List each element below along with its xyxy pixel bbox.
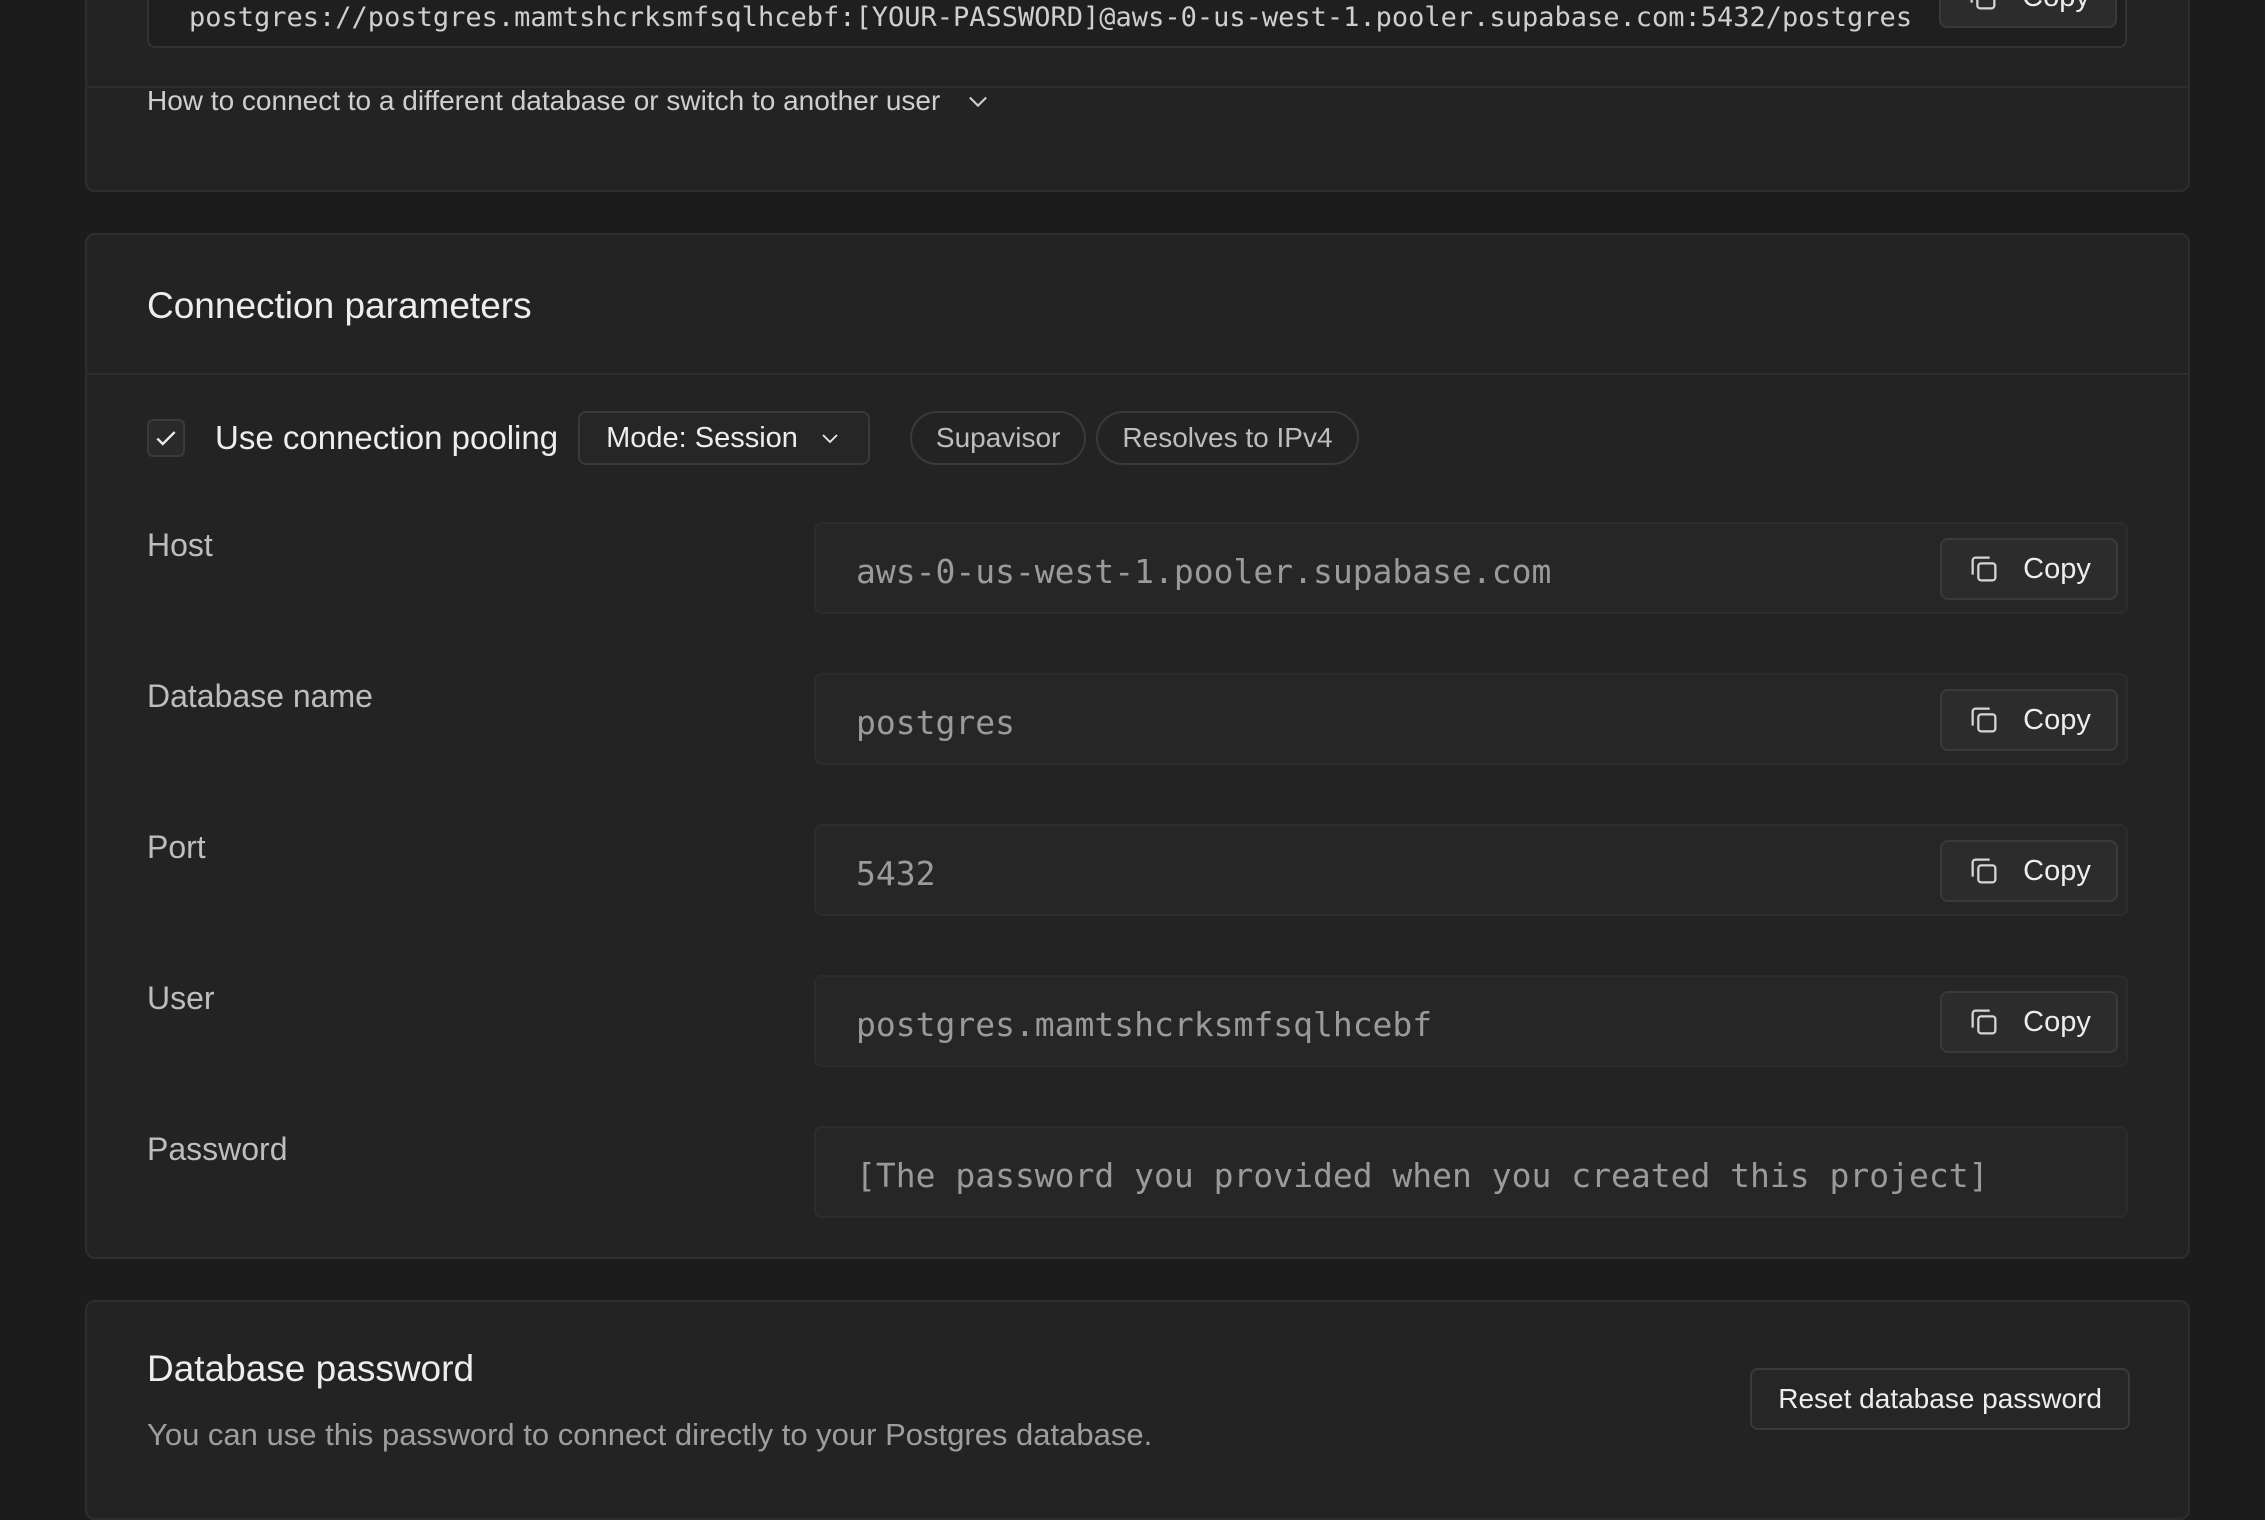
port-label: Port [147, 829, 206, 865]
user-value[interactable]: postgres.mamtshcrksmfsqlhcebf [856, 1005, 1432, 1044]
copy-label: Copy [2023, 703, 2091, 736]
chevron-down-icon [969, 96, 988, 108]
howto-label: How to connect to a different database o… [147, 85, 941, 116]
copy-label: Copy [2023, 1005, 2091, 1038]
howto-toggle[interactable]: How to connect to a different database o… [147, 85, 992, 117]
copy-icon [1971, 556, 1997, 582]
mode-label: Mode: Session [606, 421, 798, 454]
pooling-checkbox[interactable] [147, 419, 185, 457]
database-name-value[interactable]: postgres [856, 703, 1015, 742]
copy-host-button[interactable]: Copy [1940, 538, 2118, 600]
connection-string-value[interactable]: postgres://postgres.mamtshcrksmfsqlhcebf… [189, 2, 1949, 33]
host-label: Host [147, 527, 213, 563]
badge-ipv4: Resolves to IPv4 [1096, 411, 1359, 465]
copy-icon [1971, 707, 1997, 733]
copy-icon [1971, 858, 1997, 884]
check-icon [156, 431, 176, 446]
user-label: User [147, 980, 215, 1016]
copy-user-button[interactable]: Copy [1940, 991, 2118, 1053]
divider [87, 373, 2188, 375]
connection-string-field[interactable]: postgres://postgres.mamtshcrksmfsqlhcebf… [147, 0, 2127, 48]
host-value[interactable]: aws-0-us-west-1.pooler.supabase.com [856, 552, 1551, 591]
section-title: Connection parameters [147, 285, 532, 326]
host-field[interactable]: aws-0-us-west-1.pooler.supabase.com Copy [814, 522, 2128, 614]
badge-supavisor: Supavisor [909, 411, 1087, 465]
mode-select[interactable]: Mode: Session [578, 411, 870, 465]
connection-parameters-card: Connection parameters Use connection poo… [85, 233, 2190, 1259]
section-description: You can use this password to connect dir… [147, 1417, 1153, 1452]
user-field[interactable]: postgres.mamtshcrksmfsqlhcebf Copy [814, 975, 2128, 1067]
pooling-label: Use connection pooling [215, 419, 559, 456]
reset-password-button[interactable]: Reset database password [1750, 1368, 2130, 1430]
password-value: [The password you provided when you crea… [856, 1156, 1989, 1195]
copy-label: Copy [2023, 854, 2091, 887]
password-label: Password [147, 1131, 288, 1167]
copy-port-button[interactable]: Copy [1940, 840, 2118, 902]
section-title: Database password [147, 1348, 475, 1389]
copy-icon [1971, 1009, 1997, 1035]
pooling-row: Use connection pooling Mode: Session Sup… [147, 411, 1359, 465]
copy-database-name-button[interactable]: Copy [1940, 689, 2118, 751]
port-field[interactable]: 5432 Copy [814, 824, 2128, 916]
database-password-card: Database password You can use this passw… [85, 1300, 2190, 1520]
connection-string-card: postgres://postgres.mamtshcrksmfsqlhcebf… [85, 0, 2190, 192]
chevron-down-icon [822, 434, 838, 444]
copy-connection-string-button[interactable]: Copy [1939, 0, 2117, 28]
password-field[interactable]: [The password you provided when you crea… [814, 1126, 2128, 1218]
port-value[interactable]: 5432 [856, 854, 935, 893]
database-name-label: Database name [147, 678, 373, 714]
database-name-field[interactable]: postgres Copy [814, 673, 2128, 765]
copy-label: Copy [2023, 552, 2091, 585]
copy-icon [1970, 0, 1996, 10]
copy-label: Copy [2022, 0, 2090, 14]
